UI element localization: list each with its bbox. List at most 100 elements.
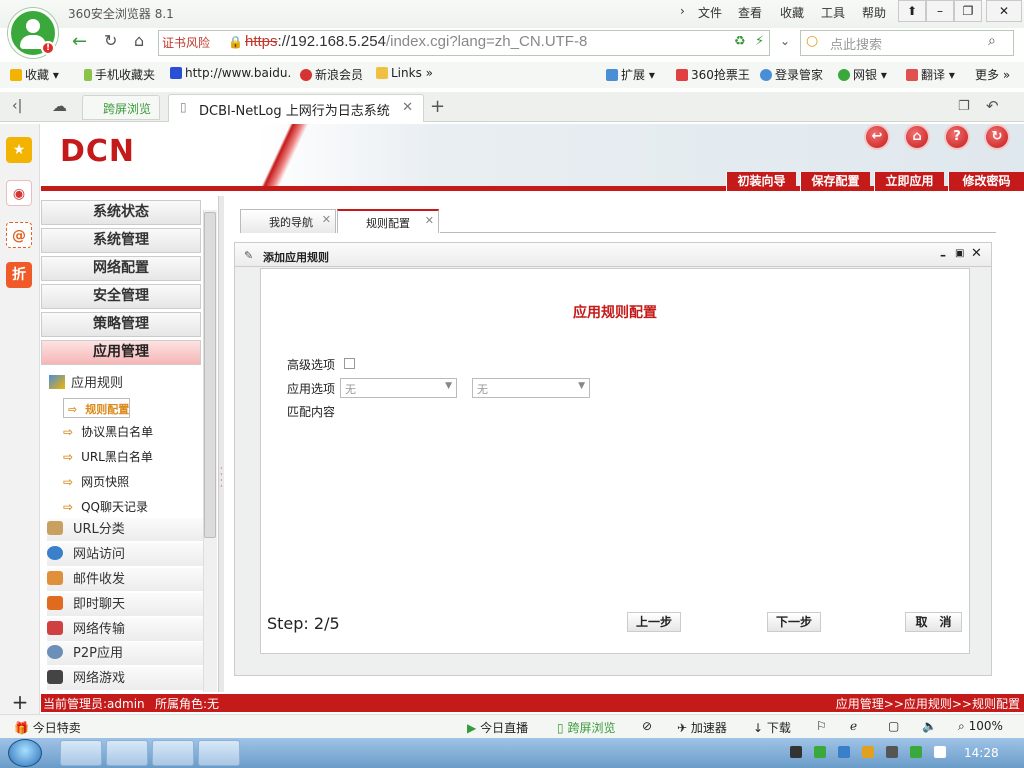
advanced-options-checkbox[interactable] <box>344 358 355 369</box>
menu-favorites[interactable]: 收藏 <box>780 4 804 21</box>
nav-app-management[interactable]: 应用管理 <box>41 340 201 365</box>
setup-wizard-button[interactable]: 初装向导 <box>726 172 796 191</box>
taskbar-ie-icon[interactable] <box>60 740 102 766</box>
page-tab-my-nav[interactable]: 我的导航 ✕ <box>240 209 336 233</box>
volume-icon[interactable]: 🔈 <box>922 719 937 733</box>
bookmark-translate[interactable]: 翻译 ▾ <box>906 66 955 83</box>
weibo-sidebar-icon[interactable]: ◉ <box>6 180 32 206</box>
compass-icon[interactable]: ⊘ <box>642 719 652 733</box>
nav-module-url-category[interactable]: URL分类 <box>47 518 203 541</box>
next-step-button[interactable]: 下一步 <box>767 612 821 632</box>
ie-icon[interactable]: ℯ <box>850 719 857 733</box>
nav-module-p2p[interactable]: P2P应用 <box>47 642 203 665</box>
tab-split-browse[interactable]: 跨屏浏览 <box>82 95 160 120</box>
home-icon[interactable]: ⌂ <box>134 31 144 50</box>
split-browse-status[interactable]: ▯ 跨屏浏览 <box>557 719 615 736</box>
nav-module-transfer[interactable]: 网络传输 <box>47 618 203 641</box>
taskbar-explorer-icon[interactable] <box>106 740 148 766</box>
minimize-button[interactable]: – <box>926 0 954 22</box>
menu-view[interactable]: 查看 <box>738 4 762 21</box>
live-today[interactable]: ▶ 今日直播 <box>467 719 528 736</box>
nav-network-config[interactable]: 网络配置 <box>41 256 201 281</box>
save-config-button[interactable]: 保存配置 <box>800 172 870 191</box>
bookmark-mobile[interactable]: 手机收藏夹 <box>84 66 155 83</box>
tray-network-icon[interactable] <box>910 746 922 758</box>
prev-step-button[interactable]: 上一步 <box>627 612 681 632</box>
nav-leaf-page-snapshot[interactable]: ⇨ 网页快照 <box>63 473 129 490</box>
restore-tabs-icon[interactable]: ❐ <box>958 99 970 114</box>
page-tab-rule-config[interactable]: 规则配置 ✕ <box>337 209 439 233</box>
bookmark-sina[interactable]: 新浪会员 <box>300 66 363 83</box>
help-icon[interactable]: ? <box>944 124 970 150</box>
tray-flag-icon[interactable] <box>886 746 898 758</box>
nav-security-management[interactable]: 安全管理 <box>41 284 201 309</box>
tray-shield-icon[interactable] <box>838 746 850 758</box>
bookmark-ticket[interactable]: 360抢票王 <box>676 66 750 83</box>
taskbar-word-icon[interactable] <box>152 740 194 766</box>
refresh-icon[interactable]: ↻ <box>104 31 117 50</box>
close-tab-icon[interactable]: ✕ <box>322 213 331 226</box>
url-text[interactable]: https://192.168.5.254/index.cgi?lang=zh_… <box>245 33 587 50</box>
nav-module-im[interactable]: 即时聊天 <box>47 593 203 616</box>
search-engine-icon[interactable]: ○ <box>806 33 818 49</box>
menu-tools[interactable]: 工具 <box>821 4 845 21</box>
chevron-right-icon[interactable]: › <box>680 4 685 18</box>
nav-splitter[interactable]: · · · · <box>218 196 224 692</box>
home-header-icon[interactable]: ⌂ <box>904 124 930 150</box>
add-sidebar-icon[interactable]: + <box>0 690 40 714</box>
tray-app-icon[interactable] <box>862 746 874 758</box>
accelerator[interactable]: ✈ 加速器 <box>677 719 727 736</box>
change-password-button[interactable]: 修改密码 <box>948 172 1024 191</box>
user-avatar-icon[interactable]: ! <box>8 8 58 58</box>
close-button[interactable]: ✕ <box>986 0 1022 22</box>
back-icon[interactable]: ← <box>72 31 87 52</box>
undo-icon[interactable]: ↶ <box>986 97 999 115</box>
apply-now-button[interactable]: 立即应用 <box>874 172 944 191</box>
windows-start-icon[interactable] <box>8 739 42 767</box>
new-tab-icon[interactable]: + <box>430 96 445 117</box>
pin-icon[interactable]: ⬆ <box>898 0 926 22</box>
security-icon[interactable]: ♻ <box>734 34 746 49</box>
mail-sidebar-icon[interactable]: @ <box>6 222 32 248</box>
discount-sidebar-icon[interactable]: 折 <box>6 262 32 288</box>
bookmark-more[interactable]: 更多 » <box>975 66 1010 83</box>
bookmark-bank[interactable]: 网银 ▾ <box>838 66 887 83</box>
nav-leaf-protocol-list[interactable]: ⇨ 协议黑白名单 <box>63 423 153 440</box>
nav-module-mail[interactable]: 邮件收发 <box>47 568 203 591</box>
search-icon[interactable]: ⌕ <box>988 33 996 49</box>
collapse-sidebar-icon[interactable]: ‹| <box>12 98 22 114</box>
downloads[interactable]: ↓ 下载 <box>753 719 791 736</box>
close-tab-icon[interactable]: ✕ <box>402 100 413 115</box>
tray-volume-icon[interactable] <box>934 746 946 758</box>
app-option-select-1[interactable]: 无 ▼ <box>340 378 457 398</box>
nav-leaf-rule-config[interactable]: ⇨ 规则配置 <box>63 398 131 418</box>
panel-restore-icon[interactable]: ▣ <box>955 248 964 259</box>
compat-mode-icon[interactable]: ⚡ <box>755 34 764 49</box>
tab-active[interactable]: DCBI-NetLog 上网行为日志系统 ✕ <box>168 94 424 122</box>
nav-leaf-url-list[interactable]: ⇨ URL黑白名单 <box>63 448 153 465</box>
chevron-down-icon[interactable]: ⌄ <box>780 34 790 48</box>
exit-icon[interactable]: ↻ <box>984 124 1010 150</box>
tray-film-icon[interactable] <box>790 746 802 758</box>
cloud-icon[interactable]: ☁ <box>52 97 67 115</box>
taskbar-app-icon[interactable] <box>198 740 240 766</box>
bookmark-baidu[interactable]: http://www.baidu. <box>170 66 291 80</box>
logout-icon[interactable]: ↩ <box>864 124 890 150</box>
panel-minimize-icon[interactable]: – <box>940 248 946 262</box>
close-tab-icon[interactable]: ✕ <box>425 214 434 227</box>
bookmark-login[interactable]: 登录管家 <box>760 66 823 83</box>
nav-module-games[interactable]: 网络游戏 <box>47 667 203 690</box>
maximize-button[interactable]: ❐ <box>954 0 982 22</box>
nav-leaf-qq-records[interactable]: ⇨ QQ聊天记录 <box>63 498 148 515</box>
flag-icon[interactable]: ⚐ <box>816 719 827 733</box>
menu-help[interactable]: 帮助 <box>862 4 886 21</box>
bookmark-favorites[interactable]: 收藏 ▾ <box>10 66 59 83</box>
nav-group-app-rules[interactable]: 应用规则 <box>49 372 123 391</box>
nav-system-status[interactable]: 系统状态 <box>41 200 201 225</box>
cert-warning-label[interactable]: 证书风险 <box>162 34 210 51</box>
nav-scroll-thumb[interactable] <box>204 212 216 538</box>
nav-module-web-access[interactable]: 网站访问 <box>47 543 203 566</box>
zoom-level[interactable]: ⌕ 100% <box>958 719 1003 734</box>
menu-file[interactable]: 文件 <box>698 4 722 21</box>
daily-deal[interactable]: 🎁 今日特卖 <box>14 719 81 736</box>
